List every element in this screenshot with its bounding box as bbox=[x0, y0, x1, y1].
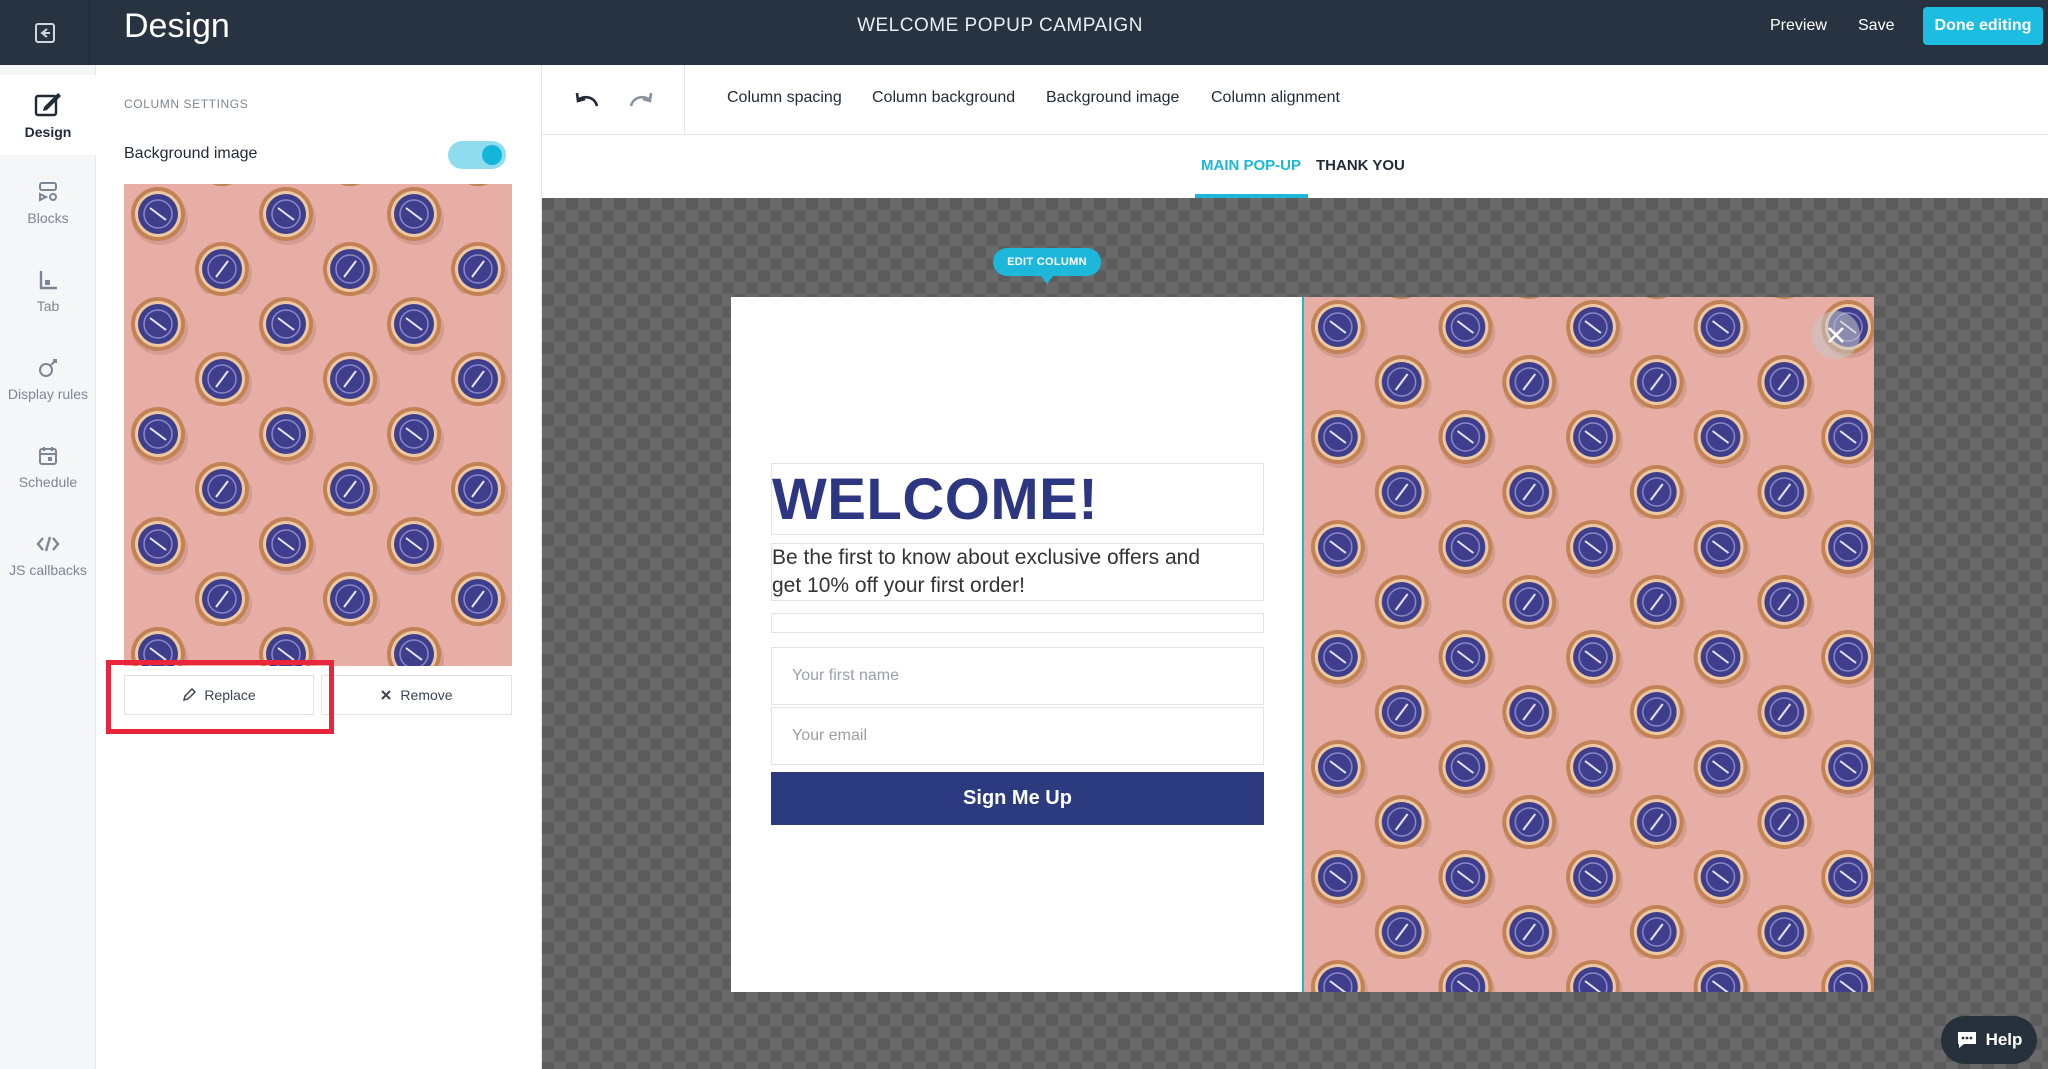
rail-item-label: Tab bbox=[36, 298, 60, 314]
campaign-name: WELCOME POPUP CAMPAIGN bbox=[857, 15, 1143, 36]
rail-item-blocks[interactable]: Blocks bbox=[0, 163, 96, 243]
popup-image-column[interactable] bbox=[1302, 297, 1874, 992]
popup-tabs: MAIN POP-UP THANK YOU bbox=[542, 136, 2048, 198]
chat-bubble-icon bbox=[1957, 1032, 1976, 1048]
background-image-thumbnail bbox=[124, 184, 512, 666]
edit-column-badge[interactable]: EDIT COLUMN bbox=[993, 248, 1101, 284]
rail-item-schedule[interactable]: Schedule bbox=[0, 427, 96, 507]
column-spacing-link[interactable]: Column spacing bbox=[727, 89, 842, 107]
remove-label: Remove bbox=[400, 687, 453, 703]
column-background-link[interactable]: Column background bbox=[872, 89, 1015, 107]
tab-icon bbox=[39, 271, 57, 290]
done-editing-button[interactable]: Done editing bbox=[1923, 7, 2043, 45]
undo-button[interactable] bbox=[570, 85, 604, 115]
rail-item-label: Design bbox=[24, 124, 72, 140]
undo-icon bbox=[575, 92, 599, 107]
redo-button[interactable] bbox=[624, 85, 658, 115]
toolbar: Column spacing Column background Backgro… bbox=[542, 65, 2048, 135]
rail-item-tab[interactable]: Tab bbox=[0, 251, 96, 331]
compass-background-image bbox=[1304, 297, 1874, 992]
rail-item-label: Display rules bbox=[7, 386, 89, 402]
rail-item-design[interactable]: Design bbox=[0, 75, 96, 155]
first-name-field[interactable]: Your first name bbox=[771, 647, 1264, 705]
rail-item-label: Blocks bbox=[27, 210, 69, 226]
tab-main-popup[interactable]: MAIN POP-UP bbox=[1201, 157, 1301, 174]
close-icon bbox=[381, 690, 392, 700]
top-bar: Design WELCOME POPUP CAMPAIGN Preview Sa… bbox=[0, 0, 2048, 65]
panel-heading: COLUMN SETTINGS bbox=[124, 97, 249, 111]
display-rules-icon bbox=[39, 359, 57, 377]
rail-item-display-rules[interactable]: Display rules bbox=[0, 339, 96, 419]
save-button[interactable]: Save bbox=[1858, 0, 1894, 52]
email-field[interactable]: Your email bbox=[771, 707, 1264, 765]
subtext-line-2: get 10% off your first order! bbox=[772, 574, 1025, 597]
column-alignment-link[interactable]: Column alignment bbox=[1211, 89, 1340, 107]
background-image-toggle[interactable] bbox=[448, 141, 506, 169]
left-rail: Design Blocks Tab Display rules Schedule… bbox=[0, 65, 96, 1069]
popup-headline[interactable]: WELCOME! bbox=[771, 463, 1264, 535]
redo-icon bbox=[629, 92, 653, 107]
spacer-block[interactable] bbox=[771, 613, 1264, 633]
rail-item-label: Schedule bbox=[18, 474, 78, 490]
background-image-label: Background image bbox=[124, 145, 258, 162]
preview-button[interactable]: Preview bbox=[1770, 0, 1827, 52]
exit-icon bbox=[34, 22, 55, 43]
blocks-icon bbox=[39, 182, 57, 202]
background-image-link[interactable]: Background image bbox=[1046, 89, 1179, 107]
popup-subtext[interactable]: Be the first to know about exclusive off… bbox=[771, 543, 1264, 601]
page-title: Design bbox=[124, 7, 230, 45]
rail-item-js-callbacks[interactable]: JS callbacks bbox=[0, 515, 96, 595]
toolbar-divider bbox=[684, 65, 685, 135]
design-edit-icon bbox=[34, 93, 61, 117]
exit-button[interactable] bbox=[0, 0, 90, 65]
subtext-line-1: Be the first to know about exclusive off… bbox=[772, 546, 1201, 569]
popup-preview: WELCOME! Be the first to know about excl… bbox=[731, 297, 1874, 992]
toggle-knob bbox=[482, 145, 502, 165]
popup-left-column[interactable]: WELCOME! Be the first to know about excl… bbox=[731, 297, 1301, 992]
close-icon bbox=[1828, 327, 1844, 343]
calendar-icon bbox=[39, 447, 57, 465]
rail-item-label: JS callbacks bbox=[9, 562, 87, 578]
help-button[interactable]: Help bbox=[1941, 1016, 2037, 1064]
help-label: Help bbox=[1985, 1030, 2023, 1049]
tab-thank-you[interactable]: THANK YOU bbox=[1316, 157, 1405, 174]
code-icon bbox=[36, 536, 60, 552]
remove-button[interactable]: Remove bbox=[321, 675, 512, 715]
popup-close-button[interactable] bbox=[1812, 311, 1860, 359]
sign-me-up-button[interactable]: Sign Me Up bbox=[771, 772, 1264, 825]
highlight-box bbox=[106, 660, 334, 734]
column-settings-panel: COLUMN SETTINGS Background image Replace… bbox=[96, 65, 542, 1069]
